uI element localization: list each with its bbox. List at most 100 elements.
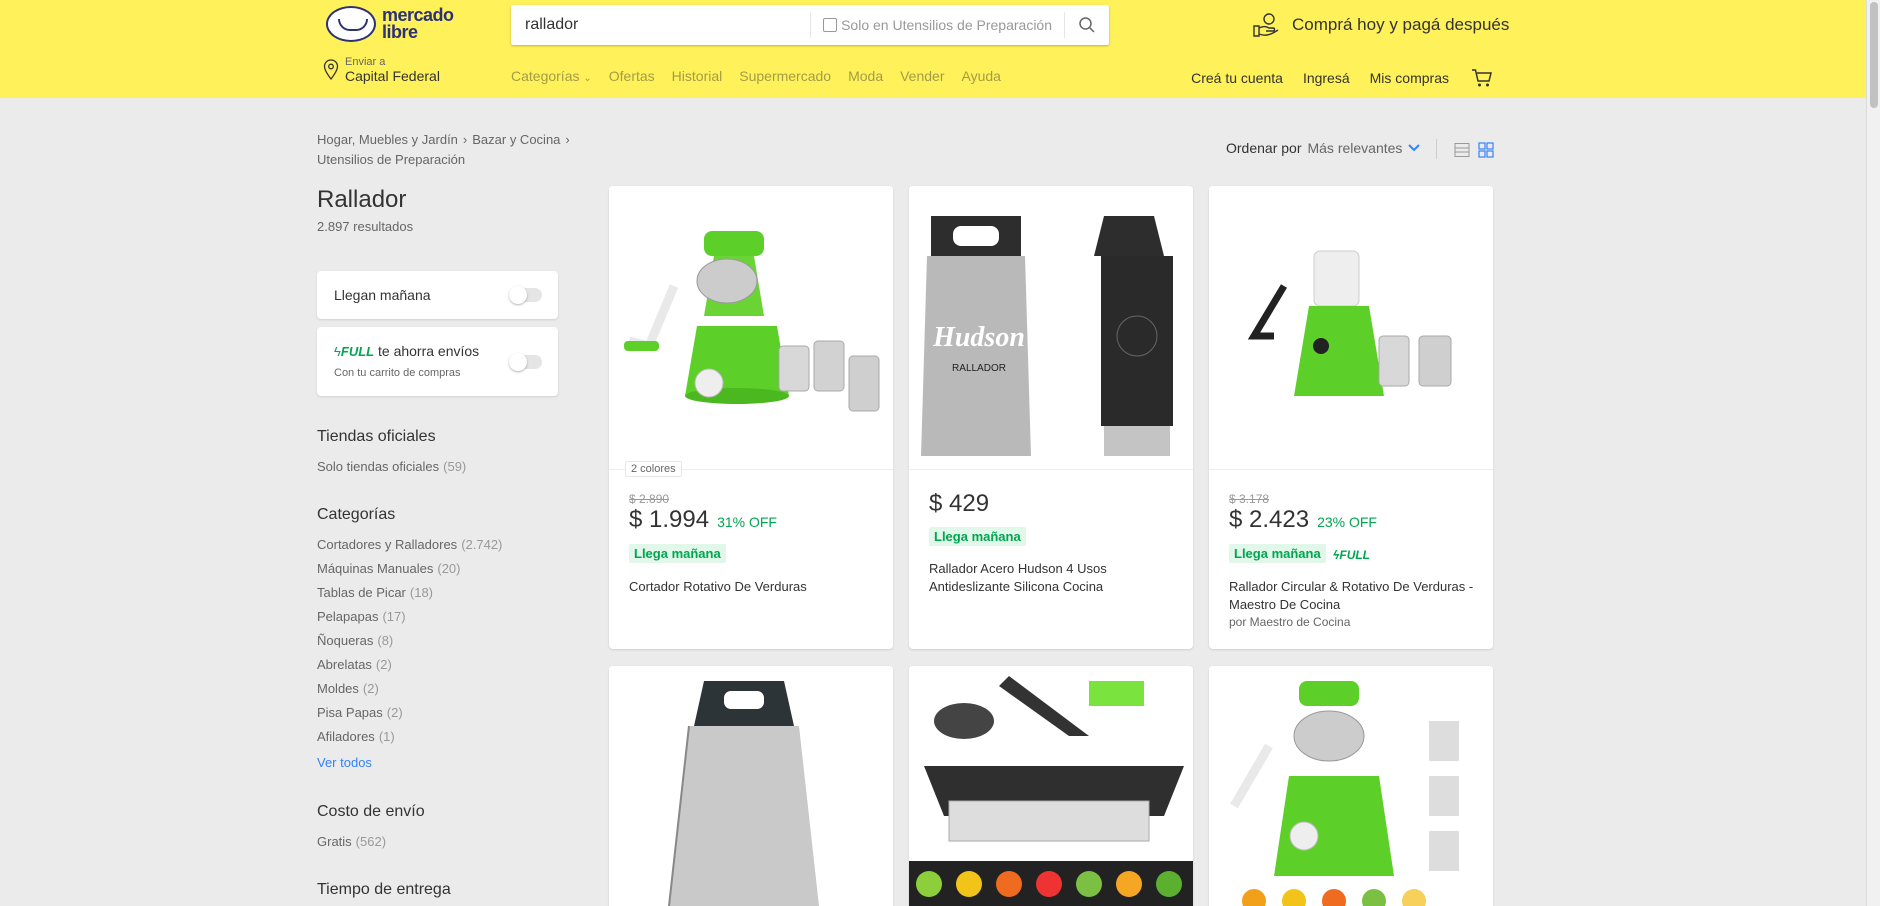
rotary-grater-image xyxy=(1247,250,1452,396)
breadcrumb-hogar[interactable]: Hogar, Muebles y Jardín xyxy=(317,132,458,147)
logo-text-line2: libre xyxy=(382,22,418,42)
main-nav: Categorías ⌄ Ofertas Historial Supermerc… xyxy=(511,68,1018,84)
old-price: $ 2.890 xyxy=(629,492,670,506)
hand-coins-icon xyxy=(1253,13,1279,37)
chevron-right-icon: › xyxy=(565,132,570,147)
login-link[interactable]: Ingresá xyxy=(1303,70,1350,86)
category-link[interactable]: Abrelatas (2) xyxy=(317,657,392,672)
page-title: Rallador xyxy=(317,186,407,213)
price: $ 1.994 31% OFF xyxy=(629,506,777,533)
breadcrumb-bazar[interactable]: Bazar y Cocina xyxy=(472,132,560,147)
category-link[interactable]: Moldes (2) xyxy=(317,681,379,696)
my-purchases-link[interactable]: Mis compras xyxy=(1370,70,1449,86)
promo-text: Comprá hoy y pagá después xyxy=(1292,15,1510,34)
list-view-icon[interactable] xyxy=(1454,142,1470,158)
filter-llegan-label: Llegan mañana xyxy=(334,287,431,303)
sort-value: Más relevantes xyxy=(1307,140,1403,156)
nav-ofertas[interactable]: Ofertas xyxy=(609,68,655,84)
category-filter-checkbox[interactable]: Solo en Utensilios de Preparación xyxy=(810,12,1065,38)
product-image[interactable] xyxy=(609,186,893,470)
product-image[interactable] xyxy=(909,666,1193,906)
full-tag: FULL xyxy=(340,344,375,359)
nav-categorias[interactable]: Categorías ⌄ xyxy=(511,68,592,84)
old-price: $ 3.178 xyxy=(1229,492,1270,506)
chevron-right-icon: › xyxy=(462,132,468,147)
category-link[interactable]: Máquinas Manuales (20) xyxy=(317,561,460,576)
category-link[interactable]: Afiladores (1) xyxy=(317,729,395,744)
search-bar: Solo en Utensilios de Preparación xyxy=(511,5,1109,45)
product-card[interactable]: $ 3.178 $ 2.423 23% OFF Llega mañana ϟFUL… xyxy=(1209,186,1493,649)
category-link[interactable]: Pelapapas (17) xyxy=(317,609,406,624)
nav-supermercado[interactable]: Supermercado xyxy=(739,68,831,84)
full-badge: ϟFULL xyxy=(1333,548,1371,562)
product-image[interactable]: Hudson RALLADOR xyxy=(909,186,1193,470)
product-card[interactable] xyxy=(909,666,1193,906)
seller-name: por Maestro de Cocina xyxy=(1229,615,1351,629)
product-card[interactable]: Hudson RALLADOR $ 429 Llega mañana Ralla… xyxy=(909,186,1193,649)
product-image[interactable] xyxy=(609,666,893,906)
categorias-title: Categorías xyxy=(317,506,396,523)
mercadolibre-logo[interactable]: mercado libre xyxy=(326,6,466,42)
category-link[interactable]: Ñoqueras (8) xyxy=(317,633,393,648)
category-link[interactable]: Tablas de Picar (18) xyxy=(317,585,433,600)
nav-ayuda[interactable]: Ayuda xyxy=(961,68,1000,84)
product-card[interactable]: 2 colores $ 2.890 $ 1.994 31% OFF Llega m… xyxy=(609,186,893,649)
search-input[interactable] xyxy=(511,5,811,45)
product-card[interactable] xyxy=(609,666,893,906)
cart-icon[interactable] xyxy=(1471,68,1493,88)
price: $ 2.423 23% OFF xyxy=(1229,506,1377,533)
checkbox-icon[interactable] xyxy=(823,18,838,32)
promo-banner[interactable]: Comprá hoy y pagá después xyxy=(1252,12,1509,38)
shipping-location[interactable]: Enviar a Capital Federal xyxy=(323,56,440,84)
price: $ 429 xyxy=(929,490,990,517)
filter-llegan-manana[interactable]: Llegan mañana xyxy=(317,271,558,319)
product-title[interactable]: Rallador Circular & Rotativo De Verduras… xyxy=(1229,578,1479,614)
hudson-brand-text: Hudson xyxy=(932,322,1025,353)
full-toggle[interactable] xyxy=(509,353,542,371)
brand-sub-text: RALLADOR xyxy=(952,363,1006,374)
rotary-grater-image xyxy=(624,231,880,412)
discount-label: 31% OFF xyxy=(717,514,777,530)
grid-view-icon[interactable] xyxy=(1478,142,1494,158)
vegetable-chopper-image xyxy=(909,676,1193,906)
ver-todos-link[interactable]: Ver todos xyxy=(317,755,372,770)
category-link[interactable]: Cortadores y Ralladores (2.742) xyxy=(317,537,502,552)
sort-dropdown[interactable]: Ordenar por Más relevantes xyxy=(1226,140,1421,156)
nav-moda[interactable]: Moda xyxy=(848,68,883,84)
sort-label: Ordenar por xyxy=(1226,140,1302,156)
full-filter-text: te ahorra envíos xyxy=(378,343,480,359)
filter-full[interactable]: ϟFULL te ahorra envíos Con tu carrito de… xyxy=(317,327,558,396)
shipping-label: Llega mañana xyxy=(629,544,726,563)
location-value: Capital Federal xyxy=(345,68,440,84)
breadcrumb: Hogar, Muebles y Jardín › Bazar y Cocina › … xyxy=(317,130,607,170)
llegan-toggle[interactable] xyxy=(509,286,542,304)
location-pin-icon xyxy=(323,59,339,81)
handshake-logo-icon xyxy=(326,6,376,42)
chevron-down-icon: ⌄ xyxy=(583,73,592,84)
shipping-label: Llega mañana xyxy=(1229,544,1326,563)
discount-label: 23% OFF xyxy=(1317,514,1377,530)
scrollbar-thumb[interactable] xyxy=(1870,2,1878,108)
tiendas-oficiales-link[interactable]: Solo tiendas oficiales (59) xyxy=(317,459,466,474)
envio-gratis-link[interactable]: Gratis (562) xyxy=(317,834,386,849)
product-image[interactable] xyxy=(1209,666,1493,906)
product-title[interactable]: Cortador Rotativo De Verduras xyxy=(629,578,879,596)
user-nav: Creá tu cuenta Ingresá Mis compras xyxy=(1171,68,1493,88)
entrega-title: Tiempo de entrega xyxy=(317,881,451,898)
create-account-link[interactable]: Creá tu cuenta xyxy=(1191,70,1283,86)
product-image[interactable] xyxy=(1209,186,1493,470)
search-icon xyxy=(1079,17,1095,33)
nav-vender[interactable]: Vender xyxy=(900,68,944,84)
breadcrumb-utensilios[interactable]: Utensilios de Preparación xyxy=(317,152,465,167)
results-count: 2.897 resultados xyxy=(317,219,414,234)
nav-historial[interactable]: Historial xyxy=(672,68,723,84)
chevron-down-icon xyxy=(1408,144,1421,152)
full-filter-sub: Con tu carrito de compras xyxy=(334,367,461,379)
box-grater-image: Hudson RALLADOR xyxy=(921,216,1173,456)
product-title[interactable]: Rallador Acero Hudson 4 Usos Antidesliza… xyxy=(929,560,1179,596)
category-link[interactable]: Pisa Papas (2) xyxy=(317,705,403,720)
page-scrollbar[interactable] xyxy=(1866,0,1880,906)
search-button[interactable] xyxy=(1065,5,1109,45)
product-card[interactable] xyxy=(1209,666,1493,906)
header: mercado libre Solo en Utensilios de Prep… xyxy=(0,0,1866,98)
